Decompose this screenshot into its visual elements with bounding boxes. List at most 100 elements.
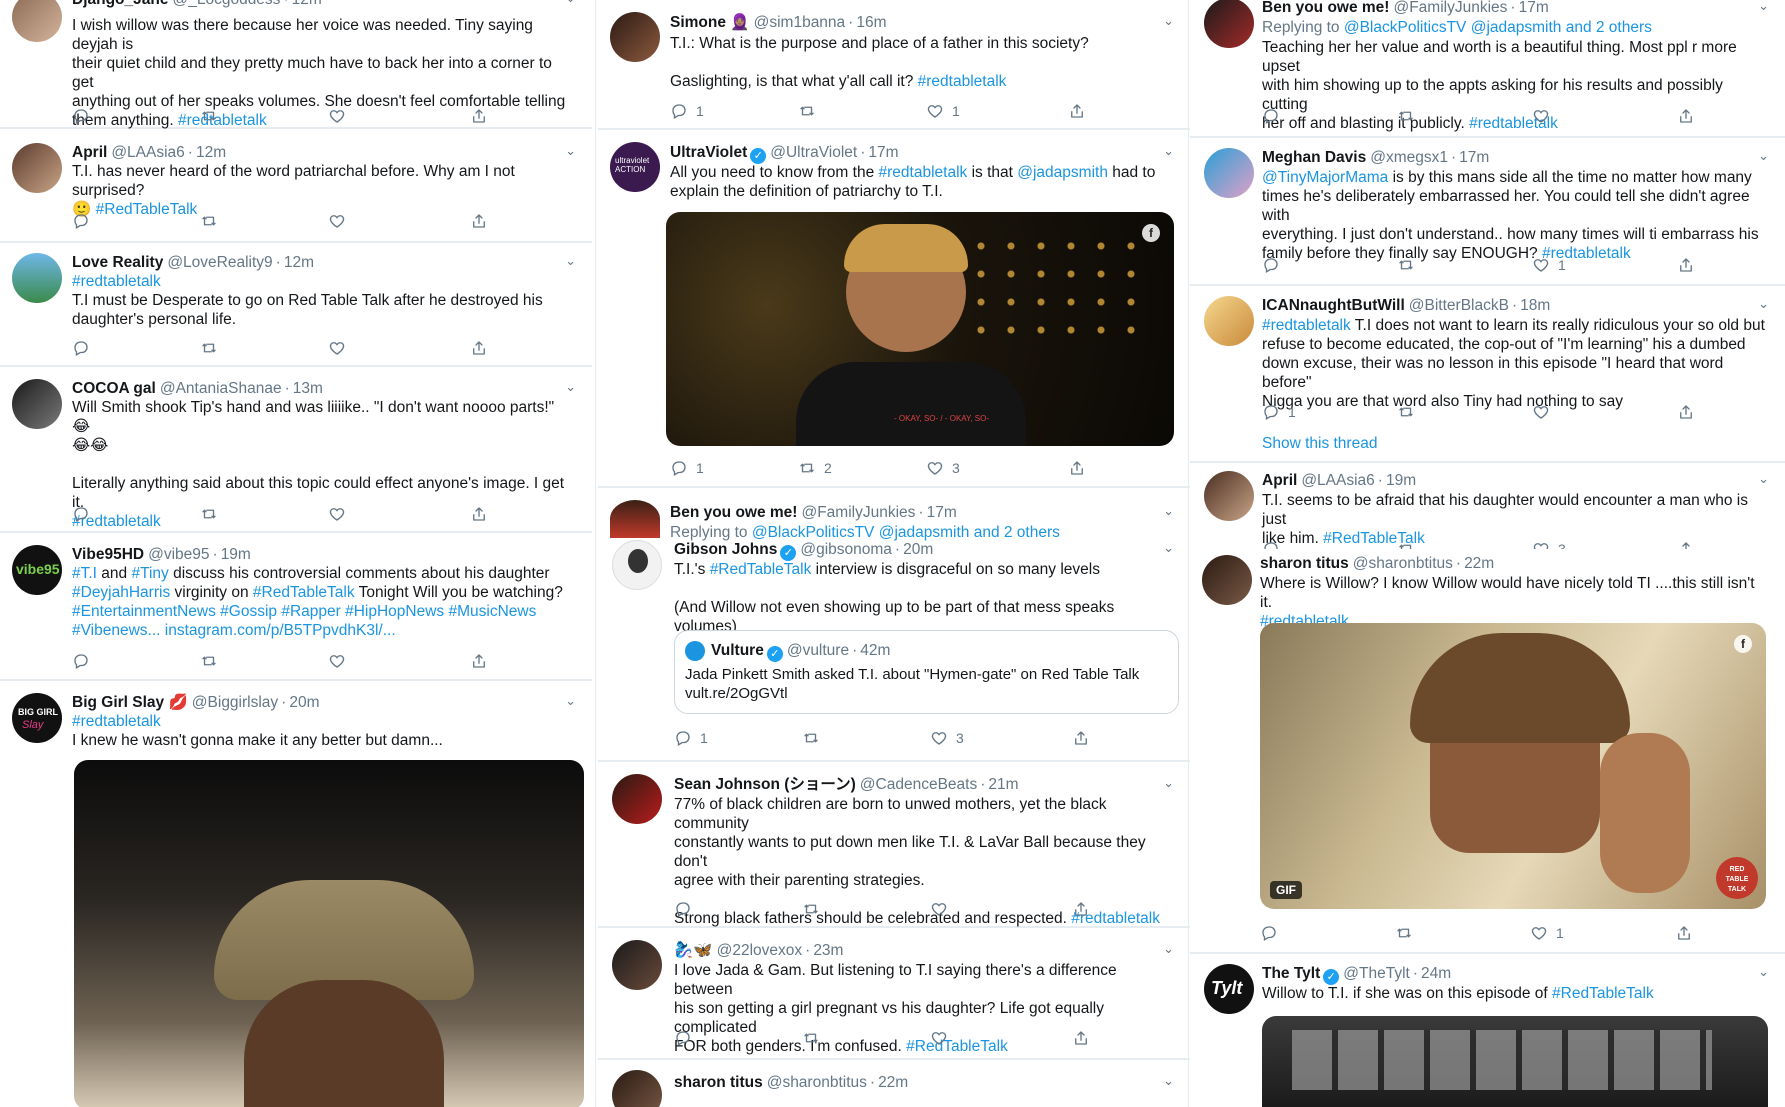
share-icon[interactable]: [1072, 1028, 1090, 1048]
like-icon[interactable]: [930, 1028, 948, 1048]
quote-author-handle[interactable]: @vulture: [787, 642, 849, 659]
author-handle[interactable]: @UltraViolet: [770, 144, 857, 161]
reply-icon[interactable]: [72, 338, 90, 358]
share-icon[interactable]: [1072, 899, 1090, 919]
chevron-down-icon[interactable]: ⌄: [1758, 964, 1769, 980]
like-icon[interactable]: [328, 338, 346, 358]
hashtag-link[interactable]: #redtabletalk: [72, 712, 572, 731]
avatar[interactable]: [12, 0, 62, 42]
reply-to-link[interactable]: @BlackPoliticsTV @jadapsmith and 2 other…: [1344, 19, 1652, 36]
avatar[interactable]: BIG GIRL Slay: [12, 693, 62, 743]
tweet-time[interactable]: 16m: [856, 14, 886, 31]
like-icon[interactable]: 3: [926, 458, 960, 478]
author-handle[interactable]: @Biggirlslay: [192, 694, 278, 711]
author-handle[interactable]: @sim1banna: [754, 14, 846, 31]
hashtag-link[interactable]: #RedTableTalk: [1552, 985, 1654, 1002]
tweet[interactable]: COCOA gal @AntaniaShanae · 13m ⌄ Will Smith…: [0, 367, 592, 533]
tweet[interactable]: Ben you owe me! @FamilyJunkies · 17m ⌄ Repl…: [598, 490, 1190, 541]
retweet-icon[interactable]: [200, 338, 218, 358]
tweet[interactable]: sharon titus @sharonbtitus · 22m Where is W…: [1190, 549, 1785, 954]
author-handle[interactable]: @CadenceBeats: [860, 776, 977, 793]
tweet-time[interactable]: 12m: [196, 144, 226, 161]
author-name[interactable]: Simone: [670, 14, 726, 31]
author-handle[interactable]: @FamilyJunkies: [801, 504, 915, 521]
author-handle[interactable]: @sharonbtitus: [767, 1074, 867, 1091]
show-thread-link[interactable]: Show this thread: [1262, 435, 1377, 453]
like-icon[interactable]: [930, 899, 948, 919]
tweet[interactable]: Love Reality @LoveReality9 · 12m ⌄ #redtabl…: [0, 243, 592, 367]
share-icon[interactable]: [1675, 923, 1693, 943]
chevron-down-icon[interactable]: ⌄: [1758, 148, 1769, 164]
chevron-down-icon[interactable]: ⌄: [1163, 503, 1174, 519]
author-handle[interactable]: @BitterBlackB: [1409, 297, 1509, 314]
hashtag-link[interactable]: #RedTableTalk: [710, 561, 812, 578]
share-icon[interactable]: [1677, 402, 1695, 422]
retweet-icon[interactable]: [200, 106, 218, 126]
quote-author-name[interactable]: Vulture: [711, 642, 764, 659]
author-name[interactable]: April: [72, 144, 107, 161]
chevron-down-icon[interactable]: ⌄: [1758, 0, 1769, 14]
tweet[interactable]: April @LAAsia6 · 12m ⌄ T.I. has never heard…: [0, 131, 592, 243]
avatar[interactable]: ultraviolet ACTION: [610, 142, 660, 192]
tweet-video[interactable]: - OKAY, SO- / - OKAY, SO- f: [666, 212, 1174, 446]
author-handle[interactable]: @sharonbtitus: [1353, 555, 1453, 572]
tweet-time[interactable]: 17m: [868, 144, 898, 161]
share-icon[interactable]: [1677, 255, 1695, 275]
author-name[interactable]: 🧞‍♀️🦋: [674, 942, 713, 959]
tweet[interactable]: April @LAAsia6 · 19m ⌄ T.I. seems to be afr…: [1190, 463, 1785, 549]
chevron-down-icon[interactable]: ⌄: [1163, 13, 1174, 29]
author-name[interactable]: ICANnaughtButWill: [1262, 297, 1405, 314]
reply-icon[interactable]: [674, 899, 692, 919]
chevron-down-icon[interactable]: ⌄: [1758, 471, 1769, 487]
reply-icon[interactable]: [674, 1028, 692, 1048]
like-icon[interactable]: 1: [1530, 923, 1564, 943]
avatar[interactable]: [612, 774, 662, 824]
author-name[interactable]: Gibson Johns: [674, 541, 777, 558]
reply-icon[interactable]: 1: [1262, 402, 1296, 422]
tweet[interactable]: Meghan Davis @xmegsx1 · 17m ⌄ @TinyMajorMam…: [1190, 138, 1785, 286]
reply-icon[interactable]: [1262, 539, 1280, 549]
avatar[interactable]: [1204, 296, 1254, 346]
hashtag-link[interactable]: #redtabletalk: [1262, 317, 1351, 334]
reply-icon[interactable]: [1260, 923, 1278, 943]
retweet-icon[interactable]: [1397, 402, 1415, 422]
reply-icon[interactable]: 1: [674, 728, 708, 748]
tweet-video[interactable]: [1262, 1016, 1768, 1107]
tweet-time[interactable]: 13m: [293, 380, 323, 397]
avatar[interactable]: [1202, 555, 1252, 605]
like-icon[interactable]: 1: [926, 101, 960, 121]
hashtag-link[interactable]: #DeyjahHarris: [72, 584, 170, 601]
tweet[interactable]: sharon titus @sharonbtitus · 22m ⌄: [598, 1060, 1190, 1107]
reply-icon[interactable]: 1: [670, 458, 704, 478]
author-name[interactable]: Django_Jane: [72, 0, 168, 8]
author-name[interactable]: UltraViolet: [670, 144, 747, 161]
reply-icon[interactable]: [1262, 106, 1280, 126]
tweet-time[interactable]: 22m: [878, 1074, 908, 1091]
author-handle[interactable]: @gibsonoma: [800, 541, 892, 558]
hashtag-links[interactable]: #EntertainmentNews #Gossip #Rapper #HipH…: [72, 602, 572, 621]
hashtag-link[interactable]: #redtabletalk: [879, 164, 968, 181]
tweet-time[interactable]: 17m: [1459, 149, 1489, 166]
author-name[interactable]: sharon titus: [1260, 555, 1349, 572]
author-handle[interactable]: @xmegsx1: [1370, 149, 1448, 166]
author-handle[interactable]: @vibe95: [148, 546, 209, 563]
tweet[interactable]: Sean Johnson (ショーン) @CadenceBeats · 21m ⌄ 7…: [598, 762, 1190, 928]
hashtag-link[interactable]: #Tiny: [131, 565, 168, 582]
retweet-icon[interactable]: [200, 504, 218, 524]
tweet[interactable]: 🧞‍♀️🦋 @22lovexox · 23m ⌄ I love Jada & Gam.…: [598, 928, 1190, 1060]
tweet-time[interactable]: 24m: [1421, 965, 1451, 982]
chevron-down-icon[interactable]: ⌄: [565, 143, 576, 159]
tweet-time[interactable]: 20m: [903, 541, 933, 558]
author-name[interactable]: Sean Johnson (ショーン): [674, 776, 856, 793]
like-icon[interactable]: 3: [930, 728, 964, 748]
tweet[interactable]: Gibson Johns ✓ @gibsonoma · 20m ⌄ T.I.'s #Re…: [598, 538, 1190, 762]
like-icon[interactable]: [328, 651, 346, 671]
tweet-gif[interactable]: GIF f RED TABLE TALK: [1260, 623, 1766, 909]
tweet-time[interactable]: 12m: [292, 0, 322, 8]
author-handle[interactable]: @LAAsia6: [111, 144, 184, 161]
tweet[interactable]: Tylt The Tylt ✓ @TheTylt · 24m ⌄ Willow to T…: [1190, 954, 1785, 1107]
quoted-tweet[interactable]: Vulture ✓ @vulture · 42m Jada Pinkett Smith …: [674, 630, 1179, 714]
tweet-time[interactable]: 19m: [1386, 472, 1416, 489]
hashtag-link[interactable]: #redtabletalk: [918, 73, 1007, 90]
avatar[interactable]: [612, 940, 662, 990]
